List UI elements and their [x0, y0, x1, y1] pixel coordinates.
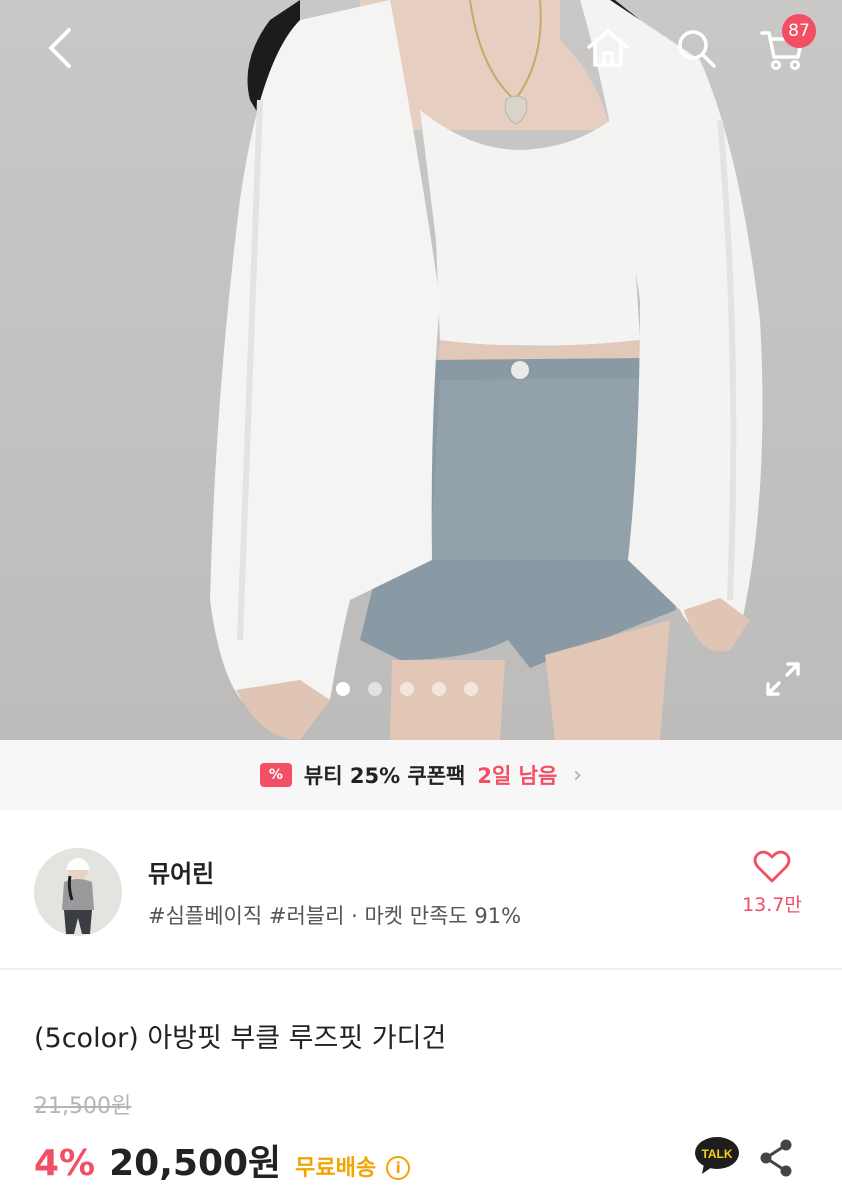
product-title: (5color) 아방핏 부클 루즈핏 가디건 — [34, 1023, 447, 1054]
talk-icon: TALK — [695, 1137, 739, 1174]
chevron-right-icon: › — [573, 762, 583, 788]
expand-image-button[interactable] — [762, 658, 804, 700]
product-image-gallery[interactable]: 87 — [0, 0, 842, 740]
shop-avatar[interactable] — [34, 848, 122, 936]
shop-info[interactable]: 뮤어린 #심플베이직 #러블리 · 마켓 만족도 91% 13.7만 — [0, 810, 842, 970]
pagination-dot[interactable] — [464, 682, 478, 696]
coupon-remaining: 2일 남음 — [477, 764, 558, 788]
search-button[interactable] — [670, 22, 722, 74]
shop-tags: #심플베이직 #러블리 · 마켓 만족도 91% — [148, 904, 522, 928]
coupon-icon: % — [259, 763, 292, 787]
talk-label: TALK — [701, 1147, 732, 1161]
home-icon — [587, 29, 629, 67]
price-row: 4% 20,500원 무료배송 i — [34, 1134, 411, 1186]
pagination-dot[interactable] — [368, 682, 382, 696]
heart-icon — [753, 850, 791, 883]
sale-price: 20,500원 — [109, 1143, 282, 1184]
expand-icon — [766, 662, 800, 696]
search-icon — [678, 30, 716, 68]
coupon-text: 뷰티 25% 쿠폰팩 — [303, 764, 466, 788]
avatar-image — [34, 848, 122, 936]
pagination-dot[interactable] — [400, 682, 414, 696]
like-count: 13.7만 — [742, 894, 802, 916]
home-button[interactable] — [582, 22, 634, 74]
gallery-pagination — [336, 682, 478, 696]
free-shipping-label: 무료배송 — [295, 1156, 377, 1181]
shop-name[interactable]: 뮤어린 — [148, 854, 214, 889]
share-icon — [760, 1139, 792, 1177]
product-photo — [210, 0, 763, 740]
back-button[interactable] — [34, 22, 86, 74]
chevron-left-icon — [49, 28, 71, 68]
info-icon[interactable]: i — [386, 1156, 411, 1180]
pagination-dot[interactable] — [336, 682, 350, 696]
pagination-dot[interactable] — [432, 682, 446, 696]
cart-count-badge: 87 — [782, 14, 816, 48]
kakao-talk-button[interactable]: TALK — [694, 1136, 740, 1176]
share-button[interactable] — [758, 1138, 794, 1178]
shop-like-button[interactable]: 13.7만 — [732, 850, 812, 917]
discount-rate: 4% — [34, 1143, 96, 1184]
coupon-banner[interactable]: % 뷰티 25% 쿠폰팩 2일 남음 › — [0, 740, 842, 810]
original-price: 21,500원 — [34, 1094, 132, 1119]
